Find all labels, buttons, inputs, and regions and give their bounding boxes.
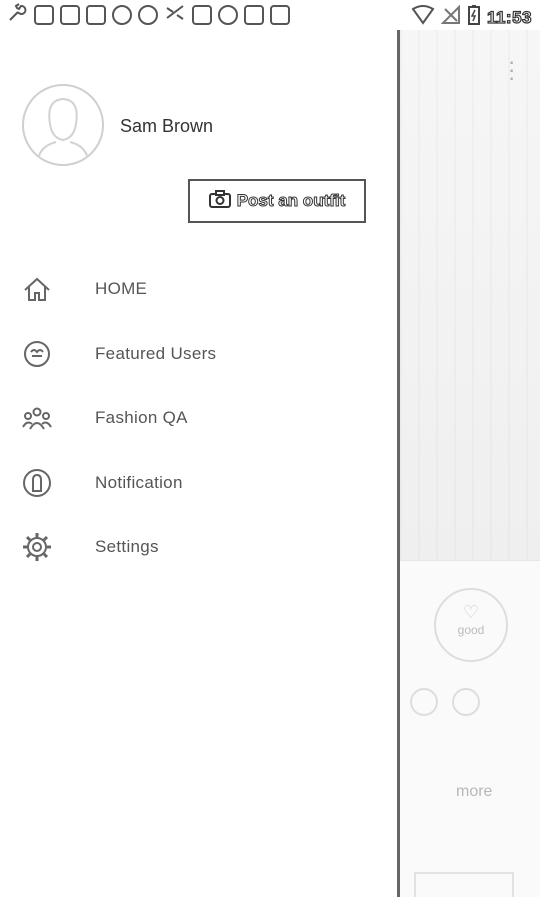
bottom-card bbox=[414, 872, 514, 897]
briefcase-icon bbox=[270, 5, 290, 25]
action-icons bbox=[410, 688, 480, 716]
clock: 11:53 bbox=[486, 7, 532, 27]
avatar-placeholder-icon bbox=[37, 97, 89, 161]
refresh-icon[interactable] bbox=[452, 688, 480, 716]
hanger-icon[interactable] bbox=[410, 688, 438, 716]
more-link[interactable]: more bbox=[456, 783, 492, 801]
menu-item-home[interactable]: HOME bbox=[0, 257, 397, 322]
menu-label: Notification bbox=[95, 472, 183, 492]
menu-label: Settings bbox=[95, 537, 159, 557]
post-outfit-button[interactable]: Post an outfit bbox=[188, 179, 366, 223]
battery-icon bbox=[467, 4, 481, 31]
menu-item-settings[interactable]: Settings bbox=[0, 515, 397, 580]
post-outfit-label: Post an outfit bbox=[236, 191, 346, 211]
heart-icon: ♡ bbox=[462, 602, 480, 622]
good-label: good bbox=[457, 623, 485, 637]
android-icon bbox=[218, 5, 238, 25]
navigation-drawer: Sam Brown Post an outfit HOME Featured U… bbox=[0, 30, 400, 897]
wrench-icon bbox=[6, 2, 28, 29]
shuffle-icon bbox=[164, 2, 186, 29]
no-signal-icon bbox=[440, 4, 461, 30]
gear-icon bbox=[22, 532, 52, 562]
clipboard-icon bbox=[244, 5, 264, 25]
notification-icons bbox=[0, 2, 290, 29]
status-bar: 11:53 bbox=[0, 0, 540, 30]
avatar[interactable] bbox=[22, 84, 104, 166]
drawer-menu: HOME Featured Users Fashion QA Notificat… bbox=[0, 257, 397, 580]
overflow-menu-icon[interactable]: · · · bbox=[508, 51, 515, 89]
menu-label: Fashion QA bbox=[95, 408, 188, 428]
menu-item-notification[interactable]: Notification bbox=[0, 451, 397, 516]
group-icon bbox=[22, 403, 52, 433]
outfit-photo bbox=[400, 30, 540, 561]
menu-label: Featured Users bbox=[95, 343, 217, 363]
chat-icon bbox=[86, 5, 106, 25]
menu-item-fashion-qa[interactable]: Fashion QA bbox=[0, 386, 397, 451]
home-icon bbox=[22, 274, 52, 304]
good-button[interactable]: ♡ good bbox=[434, 588, 508, 662]
camera-icon bbox=[208, 189, 231, 213]
circle-icon bbox=[138, 5, 158, 25]
image-icon bbox=[34, 5, 54, 25]
background-screen: · · · ♡ good more bbox=[400, 30, 540, 897]
image-icon bbox=[60, 5, 80, 25]
system-icons: 11:53 bbox=[411, 4, 532, 31]
menu-item-featured-users[interactable]: Featured Users bbox=[0, 322, 397, 387]
featured-users-icon bbox=[22, 339, 52, 369]
menu-label: HOME bbox=[95, 279, 148, 299]
speech-icon bbox=[112, 5, 132, 25]
lock-icon bbox=[192, 5, 212, 25]
wifi-icon bbox=[411, 5, 435, 30]
user-name[interactable]: Sam Brown bbox=[120, 116, 213, 137]
notification-icon bbox=[22, 468, 52, 498]
